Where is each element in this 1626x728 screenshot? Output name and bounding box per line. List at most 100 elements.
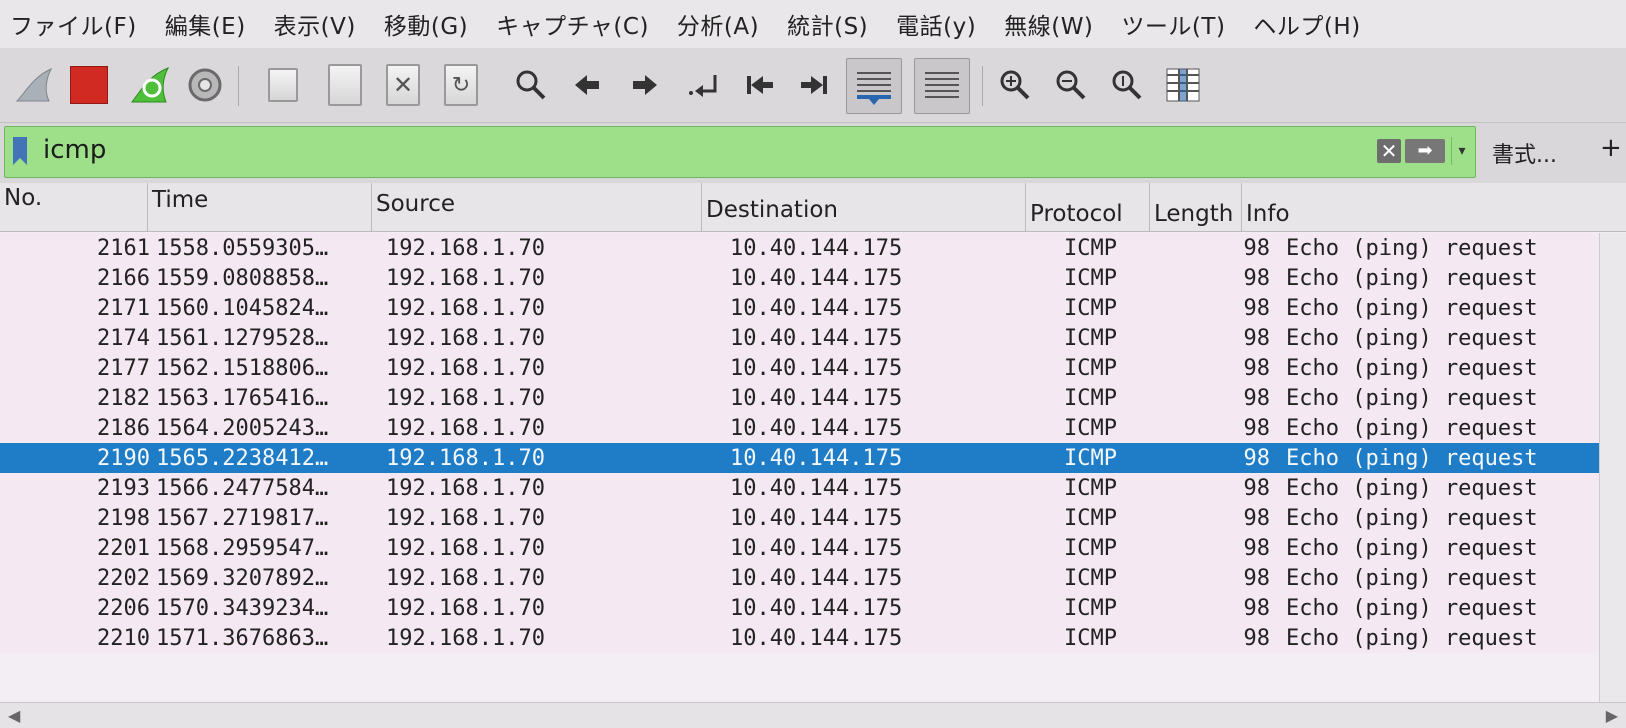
cell-protocol: ICMP bbox=[1064, 416, 1117, 441]
table-row[interactable]: 2161 1558.0559305… 192.168.1.70 10.40.144.1… bbox=[0, 233, 1600, 263]
cell-source: 192.168.1.70 bbox=[386, 566, 545, 591]
resize-columns-icon[interactable] bbox=[1158, 60, 1208, 110]
cell-source: 192.168.1.70 bbox=[386, 506, 545, 531]
cell-destination: 10.40.144.175 bbox=[730, 266, 903, 291]
vertical-scrollbar[interactable] bbox=[1599, 233, 1626, 703]
column-header-time[interactable]: Time bbox=[148, 183, 372, 231]
close-file-icon[interactable]: ✕ bbox=[378, 60, 428, 110]
cell-no: 2202 bbox=[97, 566, 150, 591]
menu-wireless[interactable]: 無線(W) bbox=[1004, 7, 1093, 41]
menu-view[interactable]: 表示(V) bbox=[274, 7, 356, 41]
cell-protocol: ICMP bbox=[1064, 296, 1117, 321]
cell-time: 1560.1045824… bbox=[156, 296, 329, 321]
cell-time: 1559.0808858… bbox=[156, 266, 329, 291]
cell-protocol: ICMP bbox=[1064, 536, 1117, 561]
table-row[interactable]: 2193 1566.2477584… 192.168.1.70 10.40.144.1… bbox=[0, 473, 1600, 503]
column-header-protocol[interactable]: Protocol bbox=[1026, 183, 1150, 231]
cell-no: 2190 bbox=[97, 446, 150, 471]
cell-protocol: ICMP bbox=[1064, 356, 1117, 381]
display-filter-input[interactable] bbox=[41, 134, 945, 166]
table-row[interactable]: 2186 1564.2005243… 192.168.1.70 10.40.144.1… bbox=[0, 413, 1600, 443]
horizontal-scrollbar[interactable]: ◀ ▶ bbox=[0, 702, 1626, 728]
cell-no: 2193 bbox=[97, 476, 150, 501]
cell-info: Echo (ping) request bbox=[1286, 386, 1538, 411]
table-row[interactable]: 2202 1569.3207892… 192.168.1.70 10.40.144.1… bbox=[0, 563, 1600, 593]
table-row[interactable]: 2171 1560.1045824… 192.168.1.70 10.40.144.1… bbox=[0, 293, 1600, 323]
menu-help[interactable]: ヘルプ(H) bbox=[1253, 7, 1360, 41]
column-header-no[interactable]: No. bbox=[0, 183, 148, 231]
chevron-down-icon[interactable]: ▾ bbox=[1451, 137, 1472, 165]
menu-edit[interactable]: 編集(E) bbox=[165, 7, 246, 41]
menu-capture[interactable]: キャプチャ(C) bbox=[496, 7, 649, 41]
open-file-icon[interactable] bbox=[258, 60, 308, 110]
first-packet-icon[interactable] bbox=[734, 60, 784, 110]
cell-time: 1566.2477584… bbox=[156, 476, 329, 501]
menu-go[interactable]: 移動(G) bbox=[384, 7, 468, 41]
menu-analyze[interactable]: 分析(A) bbox=[677, 7, 759, 41]
cell-destination: 10.40.144.175 bbox=[730, 566, 903, 591]
add-filter-button[interactable]: + bbox=[1600, 133, 1622, 163]
clear-filter-icon[interactable]: ✕ bbox=[1377, 139, 1401, 163]
bookmark-icon[interactable] bbox=[13, 137, 27, 165]
cell-no: 2166 bbox=[97, 266, 150, 291]
find-icon[interactable] bbox=[506, 60, 556, 110]
back-arrow-icon[interactable] bbox=[562, 60, 612, 110]
normal-size-icon[interactable] bbox=[1102, 60, 1152, 110]
menu-tools[interactable]: ツール(T) bbox=[1121, 7, 1225, 41]
cell-length: 98 bbox=[1243, 356, 1271, 381]
table-row[interactable]: 2166 1559.0808858… 192.168.1.70 10.40.144.1… bbox=[0, 263, 1600, 293]
cell-length: 98 bbox=[1243, 476, 1271, 501]
packet-rows: 2161 1558.0559305… 192.168.1.70 10.40.144.1… bbox=[0, 233, 1626, 653]
shark-fin-icon[interactable] bbox=[8, 60, 58, 110]
save-file-icon[interactable] bbox=[320, 60, 370, 110]
menu-statistics[interactable]: 統計(S) bbox=[787, 7, 868, 41]
cell-destination: 10.40.144.175 bbox=[730, 416, 903, 441]
table-row[interactable]: 2201 1568.2959547… 192.168.1.70 10.40.144.1… bbox=[0, 533, 1600, 563]
cell-info: Echo (ping) request bbox=[1286, 506, 1538, 531]
autoscroll-icon[interactable] bbox=[846, 58, 902, 114]
table-row[interactable]: 2210 1571.3676863… 192.168.1.70 10.40.144.1… bbox=[0, 623, 1600, 653]
cell-source: 192.168.1.70 bbox=[386, 356, 545, 381]
table-row[interactable]: 2182 1563.1765416… 192.168.1.70 10.40.144.1… bbox=[0, 383, 1600, 413]
apply-filter-icon[interactable]: ➡ bbox=[1405, 139, 1445, 163]
cell-time: 1567.2719817… bbox=[156, 506, 329, 531]
gear-icon[interactable] bbox=[180, 60, 230, 110]
table-row-selected[interactable]: 2190 1565.2238412… 192.168.1.70 10.40.144.1… bbox=[0, 443, 1600, 473]
table-row[interactable]: 2177 1562.1518806… 192.168.1.70 10.40.144.1… bbox=[0, 353, 1600, 383]
last-packet-icon[interactable] bbox=[790, 60, 840, 110]
column-header-info[interactable]: Info bbox=[1242, 183, 1622, 231]
colorize-icon[interactable] bbox=[914, 58, 970, 114]
display-filter-field[interactable]: ✕ ➡ ▾ bbox=[4, 126, 1476, 178]
table-row[interactable]: 2206 1570.3439234… 192.168.1.70 10.40.144.1… bbox=[0, 593, 1600, 623]
table-row[interactable]: 2174 1561.1279528… 192.168.1.70 10.40.144.1… bbox=[0, 323, 1600, 353]
filter-expression-button[interactable]: 書式... bbox=[1492, 137, 1557, 169]
restart-icon[interactable] bbox=[124, 60, 174, 110]
zoom-in-icon[interactable] bbox=[990, 60, 1040, 110]
column-header-destination[interactable]: Destination bbox=[702, 183, 1026, 231]
cell-length: 98 bbox=[1243, 266, 1271, 291]
column-header-length[interactable]: Length bbox=[1150, 183, 1242, 231]
scroll-right-icon[interactable]: ▶ bbox=[1606, 706, 1618, 725]
cell-time: 1565.2238412… bbox=[156, 446, 329, 471]
cell-destination: 10.40.144.175 bbox=[730, 596, 903, 621]
cell-info: Echo (ping) request bbox=[1286, 596, 1538, 621]
go-to-packet-icon[interactable] bbox=[680, 60, 730, 110]
cell-source: 192.168.1.70 bbox=[386, 596, 545, 621]
cell-no: 2206 bbox=[97, 596, 150, 621]
cell-source: 192.168.1.70 bbox=[386, 236, 545, 261]
table-row[interactable]: 2198 1567.2719817… 192.168.1.70 10.40.144.1… bbox=[0, 503, 1600, 533]
stop-icon[interactable] bbox=[64, 60, 114, 110]
column-header-source[interactable]: Source bbox=[372, 183, 702, 231]
cell-info: Echo (ping) request bbox=[1286, 296, 1538, 321]
cell-info: Echo (ping) request bbox=[1286, 416, 1538, 441]
scroll-left-icon[interactable]: ◀ bbox=[8, 706, 20, 725]
zoom-out-icon[interactable] bbox=[1046, 60, 1096, 110]
menu-telephony[interactable]: 電話(y) bbox=[896, 7, 976, 41]
reload-file-icon[interactable]: ↻ bbox=[436, 60, 486, 110]
cell-source: 192.168.1.70 bbox=[386, 416, 545, 441]
menu-file[interactable]: ファイル(F) bbox=[10, 7, 137, 41]
cell-time: 1568.2959547… bbox=[156, 536, 329, 561]
cell-info: Echo (ping) request bbox=[1286, 356, 1538, 381]
forward-arrow-icon[interactable] bbox=[620, 60, 670, 110]
cell-protocol: ICMP bbox=[1064, 626, 1117, 651]
